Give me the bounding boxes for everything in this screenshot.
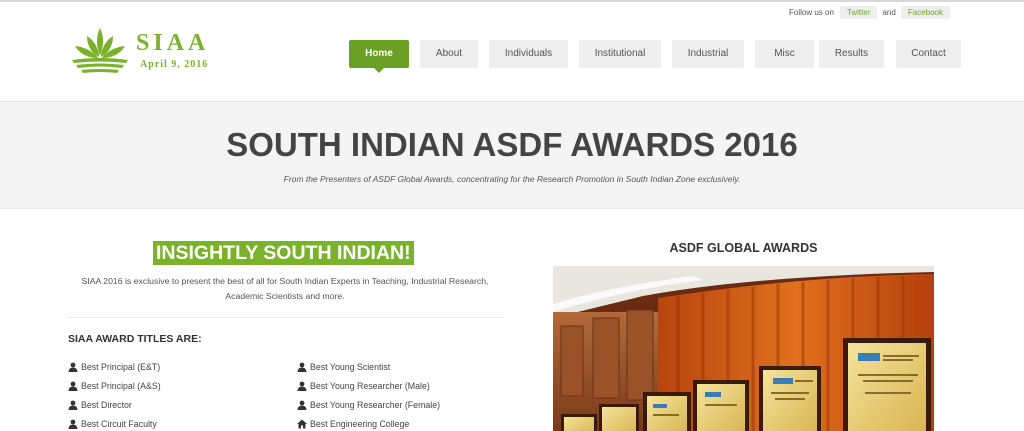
and-label: and xyxy=(882,8,896,17)
awards-photo-illustration xyxy=(553,266,934,431)
follow-label: Follow us on xyxy=(789,8,834,17)
logo-date: April 9, 2016 xyxy=(140,59,209,70)
nav-about[interactable]: About xyxy=(420,40,478,68)
award-item: Best Circuit Faculty xyxy=(68,417,157,431)
site-logo[interactable]: SIAA April 9, 2016 xyxy=(70,26,230,78)
logo-name: SIAA xyxy=(136,30,210,56)
social-follow-bar: Follow us on Twitter and Facebook xyxy=(789,6,955,19)
user-icon xyxy=(68,419,78,429)
user-icon xyxy=(68,400,78,410)
award-label: Best Principal (A&S) xyxy=(81,381,161,391)
asdf-global-heading: ASDF GLOBAL AWARDS xyxy=(669,241,818,255)
nav-misc[interactable]: Misc xyxy=(755,40,814,68)
tagline-highlight: INSIGHTLY SOUTH INDIAN! xyxy=(153,241,414,265)
page-title: SOUTH INDIAN ASDF AWARDS 2016 xyxy=(226,126,798,163)
nav-institutional[interactable]: Institutional xyxy=(579,40,661,68)
award-item: Best Young Scientist xyxy=(297,360,390,374)
user-icon xyxy=(68,381,78,391)
user-icon xyxy=(68,362,78,372)
nav-industrial[interactable]: Industrial xyxy=(672,40,744,68)
award-label: Best Young Scientist xyxy=(310,362,391,372)
awards-photo xyxy=(553,266,934,431)
award-item: Best Young Researcher (Female) xyxy=(297,398,440,412)
hero-banner: SOUTH INDIAN ASDF AWARDS 2016 From the P… xyxy=(0,101,1024,209)
user-icon xyxy=(297,381,307,391)
page-subtitle: From the Presenters of ASDF Global Award… xyxy=(283,174,741,184)
award-item: Best Young Researcher (Male) xyxy=(297,379,430,393)
twitter-link[interactable]: Twitter xyxy=(839,6,878,19)
award-item: Best Director xyxy=(68,398,132,412)
award-label: Best Circuit Faculty xyxy=(81,419,157,429)
award-label: Best Principal (E&T) xyxy=(81,362,161,372)
nav-home[interactable]: Home xyxy=(349,40,409,73)
award-label: Best Young Researcher (Male) xyxy=(310,381,430,391)
top-border xyxy=(0,0,1024,2)
facebook-link[interactable]: Facebook xyxy=(900,6,950,19)
award-titles-heading: SIAA AWARD TITLES ARE: xyxy=(68,333,202,345)
nav-results[interactable]: Results xyxy=(819,40,884,68)
nav-contact[interactable]: Contact xyxy=(896,40,961,68)
user-icon xyxy=(297,362,307,372)
nav-individuals[interactable]: Individuals xyxy=(489,40,568,68)
award-item: Best Engineering College xyxy=(297,417,409,431)
award-label: Best Young Researcher (Female) xyxy=(310,400,441,410)
home-icon xyxy=(297,419,307,429)
user-icon xyxy=(297,400,307,410)
intro-text: SIAA 2016 is exclusive to present the be… xyxy=(81,276,489,301)
award-item: Best Principal (E&T) xyxy=(68,360,160,374)
award-label: Best Engineering College xyxy=(310,419,410,429)
award-label: Best Director xyxy=(81,400,132,410)
section-divider xyxy=(68,317,504,318)
leaf-logo-icon xyxy=(72,28,128,73)
award-item: Best Principal (A&S) xyxy=(68,379,161,393)
